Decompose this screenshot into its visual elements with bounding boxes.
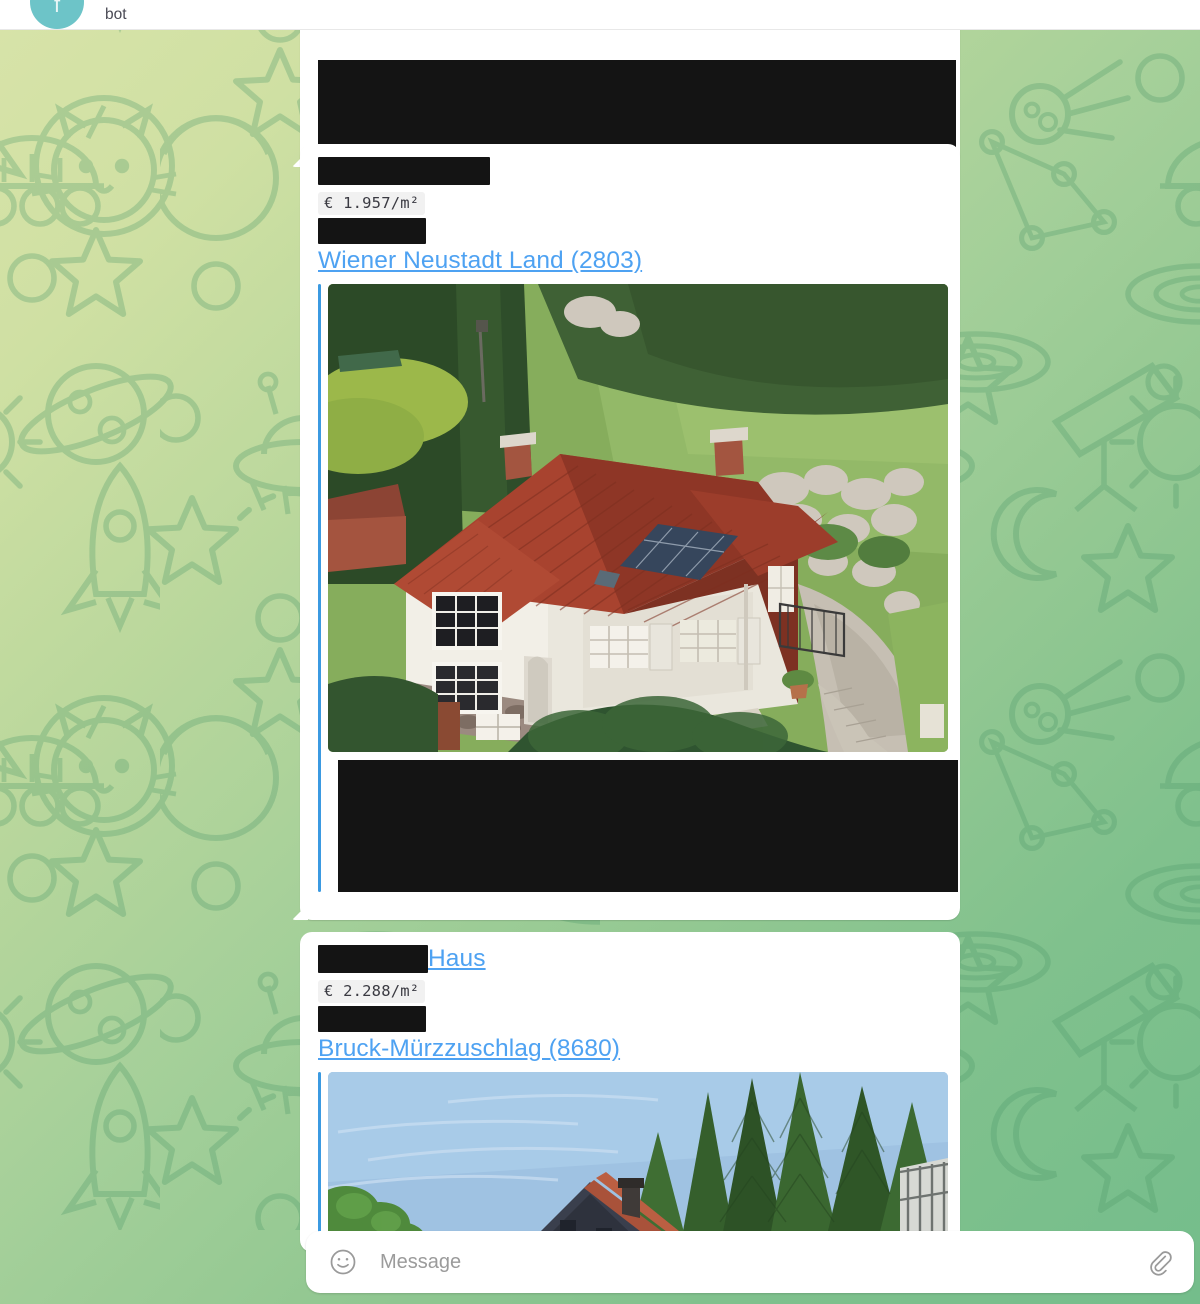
quote-accent-bar [318, 284, 321, 892]
chat-header: f bot [0, 0, 1200, 30]
location-row-2: Bruck-Mürzzuschlag (8680) [300, 1032, 960, 1065]
listing-title-row [300, 154, 960, 188]
location-link-2[interactable]: Bruck-Mürzzuschlag (8680) [318, 1037, 620, 1062]
listing-photo-house-and-trees[interactable] [328, 1072, 948, 1248]
listing-title-row-2: Haus [300, 942, 960, 976]
listing-photo-1-graphic [328, 284, 948, 752]
message-composer[interactable] [306, 1231, 1194, 1293]
location-link[interactable]: Wiener Neustadt Land (2803) [318, 249, 642, 274]
paperclip-icon[interactable] [1146, 1248, 1174, 1276]
listing-photo-2-graphic [328, 1072, 948, 1248]
message-bubble-listing-2[interactable]: Haus € 2.288/m² Bruck-Mürzzuschlag (8680… [300, 932, 960, 1252]
avatar[interactable]: f [30, 0, 84, 29]
redacted-footer-block [338, 760, 958, 892]
price-per-sqm-2: € 2.288/m² [318, 979, 426, 1003]
price-per-sqm: € 1.957/m² [318, 191, 426, 215]
media-quote-wrapper [318, 284, 960, 892]
listing-photo-aerial-house[interactable] [328, 284, 948, 752]
price-row: € 1.957/m² [300, 188, 960, 215]
redacted-detail-block-2 [318, 1006, 426, 1032]
listing-detail-row [300, 214, 960, 244]
media-quote-wrapper-2 [318, 1072, 960, 1248]
listing-type-link[interactable]: Haus [428, 946, 486, 972]
page-title: bot [105, 5, 127, 23]
smiley-icon[interactable] [328, 1247, 358, 1277]
quote-accent-bar-2 [318, 1072, 321, 1248]
search-input message-input[interactable] [380, 1250, 1146, 1274]
redacted-title-block [318, 157, 490, 185]
avatar-letter: f [53, 0, 61, 17]
listing-detail-row-2 [300, 1002, 960, 1032]
redacted-title-block-2 [318, 945, 428, 973]
telegram-chat-window: f bot € 1.957/m² Wiener Neustadt Land (2… [0, 0, 1200, 1304]
location-row: Wiener Neustadt Land (2803) [300, 244, 960, 277]
message-bubble-listing-1[interactable]: € 1.957/m² Wiener Neustadt Land (2803) [300, 144, 960, 920]
chat-message-list[interactable]: € 1.957/m² Wiener Neustadt Land (2803) H… [0, 30, 1200, 1304]
price-row-2: € 2.288/m² [300, 976, 960, 1003]
redacted-detail-block [318, 218, 426, 244]
